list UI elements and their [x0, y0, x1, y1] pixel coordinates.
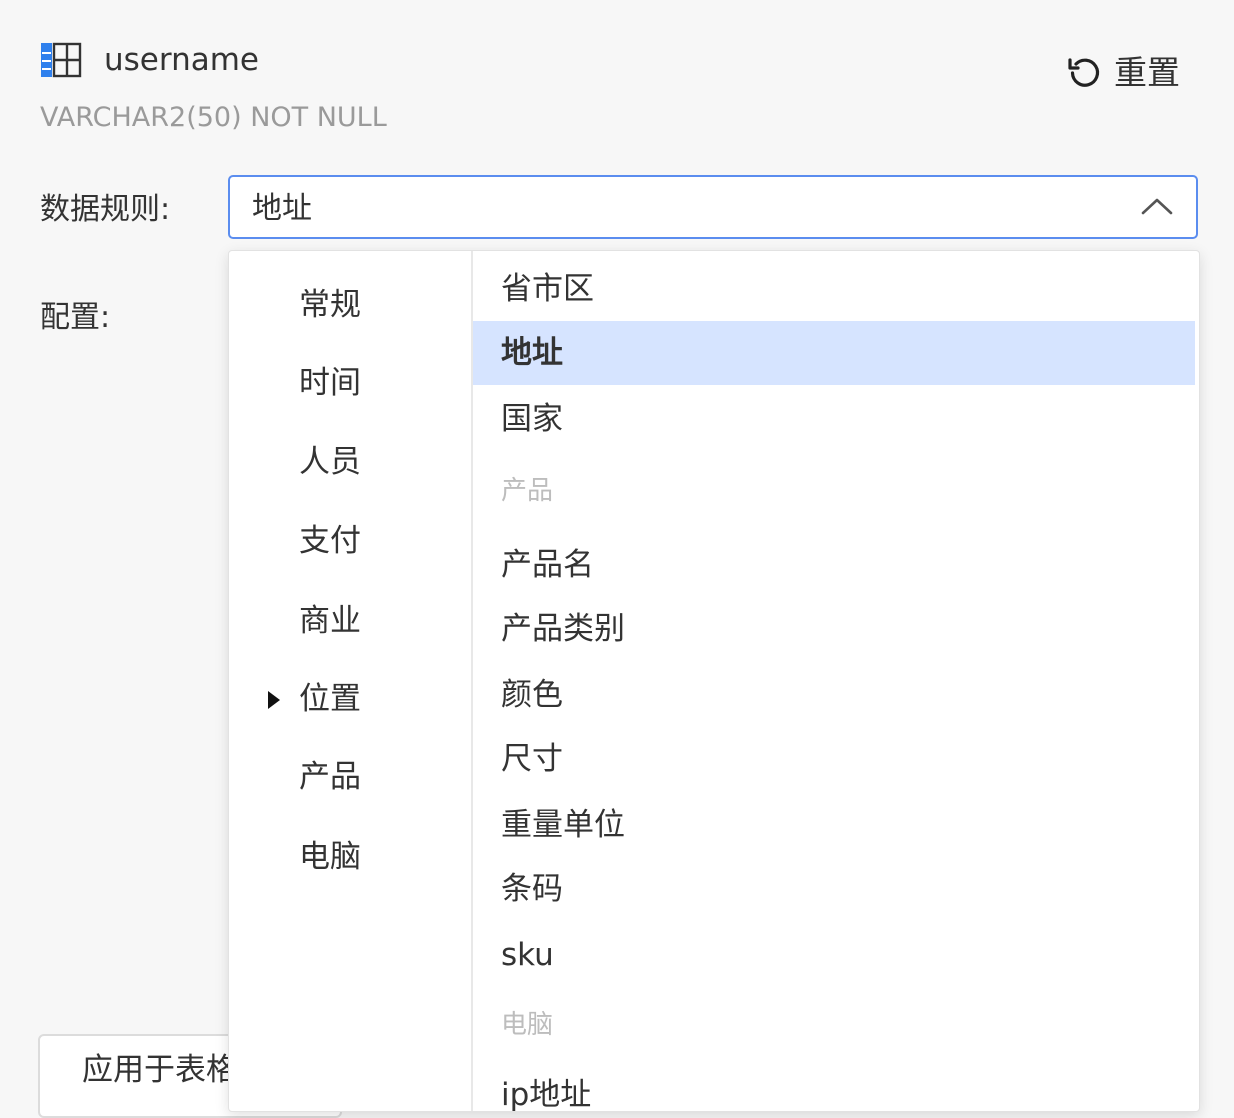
option-label: 重量单位 [501, 807, 625, 843]
option-label: 产品名 [501, 547, 594, 583]
category-item-computer[interactable]: 电脑 [299, 837, 361, 877]
option-label: 尺寸 [501, 741, 563, 777]
option-list: 省市区 地址 国家 产品 产品名 产品类别 颜色 尺寸 重量单位 条码 sku [473, 251, 1199, 1111]
category-item-location[interactable]: 位置 [299, 679, 361, 719]
reset-button[interactable]: 重置 [1066, 52, 1180, 94]
option-item[interactable]: 国家 [473, 387, 1195, 451]
category-item-person[interactable]: 人员 [299, 442, 361, 482]
option-label: 省市区 [501, 271, 594, 307]
chevron-up-icon[interactable] [1140, 193, 1174, 221]
field-type: VARCHAR2(50) NOT NULL [40, 102, 387, 133]
data-rule-select[interactable]: 地址 [228, 175, 1198, 239]
option-item[interactable]: 产品类别 [473, 597, 1195, 661]
category-item-product[interactable]: 产品 [299, 757, 361, 797]
reset-icon [1068, 58, 1100, 87]
option-item[interactable]: 条码 [473, 857, 1195, 921]
caret-right-icon [268, 691, 280, 709]
category-item-general[interactable]: 常规 [299, 285, 361, 325]
option-label: 颜色 [501, 677, 563, 713]
option-item[interactable]: 重量单位 [473, 793, 1195, 857]
option-item[interactable]: 产品名 [473, 533, 1195, 597]
group-header-product: 产品 [501, 476, 554, 506]
table-column-icon [41, 42, 82, 78]
group-header-computer: 电脑 [501, 1010, 554, 1040]
category-item-business[interactable]: 商业 [299, 601, 361, 641]
option-item[interactable]: sku [473, 923, 1195, 987]
option-label: 产品类别 [501, 611, 625, 647]
apply-to-table-label: 应用于表格 [82, 1052, 237, 1088]
option-item[interactable]: 颜色 [473, 663, 1195, 727]
option-item[interactable]: 尺寸 [473, 727, 1195, 791]
category-item-time[interactable]: 时间 [299, 363, 361, 403]
option-label: 地址 [501, 335, 563, 371]
option-item[interactable]: 省市区 [473, 257, 1195, 321]
field-name: username [104, 42, 259, 78]
option-label: ip地址 [501, 1077, 592, 1112]
data-rule-label: 数据规则: [40, 192, 171, 227]
category-item-payment[interactable]: 支付 [299, 521, 361, 561]
option-item-selected[interactable]: 地址 [473, 321, 1195, 385]
option-label: 条码 [501, 871, 563, 907]
data-rule-select-value: 地址 [252, 191, 312, 226]
field-header: username [40, 40, 259, 80]
data-rule-dropdown: 常规 时间 人员 支付 商业 位置 产品 电脑 省市区 地址 国家 产品 产品名… [228, 250, 1200, 1112]
option-label: sku [501, 937, 554, 973]
option-label: 国家 [501, 401, 563, 437]
config-label: 配置: [40, 300, 111, 335]
category-list: 常规 时间 人员 支付 商业 位置 产品 电脑 [229, 251, 473, 1111]
reset-label: 重置 [1114, 53, 1180, 92]
